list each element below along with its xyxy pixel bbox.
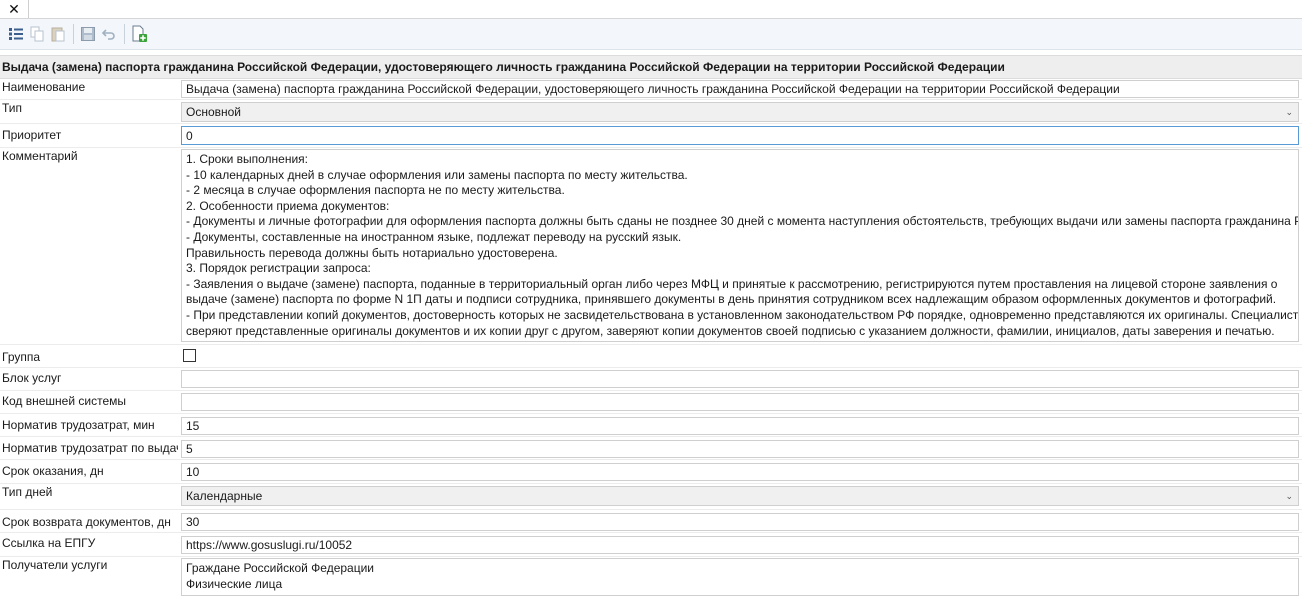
term-input[interactable]: 10 — [181, 463, 1299, 481]
chevron-down-icon: ⌄ — [1285, 107, 1293, 117]
list-view-icon — [8, 28, 23, 40]
close-tab-button[interactable]: ✕ — [0, 0, 29, 18]
external-code-input[interactable] — [181, 393, 1299, 411]
day-type-select-value: Календарные — [186, 489, 263, 503]
chevron-down-icon: ⌄ — [1285, 491, 1293, 501]
copy-button[interactable] — [27, 23, 46, 45]
priority-input[interactable]: 0 — [181, 126, 1299, 145]
recipients-list[interactable]: Граждане Российской Федерации Физические… — [181, 558, 1299, 596]
paste-button[interactable] — [48, 23, 67, 45]
toolbar-separator — [124, 24, 125, 44]
service-block-label: Блок услуг — [2, 371, 62, 385]
tab-strip: ✕ — [0, 0, 1302, 19]
row-epgu-link: Ссылка на ЕПГУ https://www.gosuslugi.ru/… — [0, 533, 1302, 557]
day-type-label: Тип дней — [2, 485, 53, 499]
list-view-button[interactable] — [6, 23, 25, 45]
epgu-link-input[interactable]: https://www.gosuslugi.ru/10052 — [181, 536, 1299, 554]
toolbar-separator — [73, 24, 74, 44]
type-label: Тип — [2, 101, 23, 115]
priority-label: Приоритет — [2, 128, 62, 142]
paste-icon — [51, 27, 64, 42]
row-comment: Комментарий 1. Сроки выполнения: - 10 ка… — [0, 148, 1302, 345]
comment-line: - Документы, составленные на иностранном… — [186, 229, 682, 244]
toolbar — [0, 19, 1302, 50]
type-select-value: Основной — [186, 105, 242, 119]
list-item: Граждане Российской Федерации — [186, 561, 374, 575]
comment-line: 3. Порядок регистрации запроса: — [186, 261, 371, 276]
epgu-link-label: Ссылка на ЕПГУ — [2, 536, 96, 550]
labor-norm-label: Норматив трудозатрат, мин — [2, 418, 155, 432]
undo-button[interactable] — [99, 23, 118, 45]
term-label: Срок оказания, дн — [2, 464, 104, 478]
comment-line: выдаче (замене) паспорта по форме N 1П д… — [186, 292, 1277, 307]
page-title: Выдача (замена) паспорта гражданина Росс… — [0, 55, 1302, 79]
row-labor-norm: Норматив трудозатрат, мин 15 — [0, 414, 1302, 437]
comment-line: - Документы и личные фотографии для офор… — [186, 214, 1298, 229]
add-document-button[interactable] — [129, 23, 148, 45]
comment-line: - Заявления о выдаче (замене) паспорта, … — [186, 276, 1278, 291]
row-external-code: Код внешней системы — [0, 391, 1302, 414]
undo-icon — [101, 29, 115, 40]
external-code-label: Код внешней системы — [2, 394, 126, 408]
list-item: Физические лица — [186, 576, 283, 591]
row-name: Наименование Выдача (замена) паспорта гр… — [0, 78, 1302, 100]
comment-line: 2. Особенности приема документов: — [186, 198, 390, 213]
labor-norm-input[interactable]: 15 — [181, 417, 1299, 435]
properties-grid: Наименование Выдача (замена) паспорта гр… — [0, 78, 1302, 597]
row-labor-norm-issue: Норматив трудозатрат по выдаче 5 — [0, 437, 1302, 460]
labor-norm-issue-label: Норматив трудозатрат по выдаче — [2, 441, 178, 455]
comment-line: 1. Сроки выполнения: — [186, 152, 309, 166]
return-term-label: Срок возврата документов, дн — [2, 515, 171, 529]
row-recipients: Получатели услуги Граждане Российской Фе… — [0, 557, 1302, 597]
save-icon — [80, 27, 95, 41]
comment-label: Комментарий — [2, 149, 78, 163]
service-block-input[interactable] — [181, 370, 1299, 388]
row-priority: Приоритет 0 — [0, 124, 1302, 148]
comment-line: - 10 календарных дней в случае оформлени… — [186, 167, 688, 182]
row-type: Тип Основной ⌄ — [0, 100, 1302, 124]
type-select[interactable]: Основной ⌄ — [181, 102, 1299, 122]
row-return-term: Срок возврата документов, дн 30 — [0, 510, 1302, 533]
labor-norm-issue-input[interactable]: 5 — [181, 440, 1299, 458]
copy-icon — [30, 26, 43, 42]
name-label: Наименование — [2, 80, 86, 94]
close-icon: ✕ — [8, 0, 20, 17]
comment-line: - При представлении копий документов, до… — [186, 307, 1298, 322]
row-day-type: Тип дней Календарные ⌄ — [0, 484, 1302, 510]
group-label: Группа — [2, 350, 41, 364]
name-field[interactable]: Выдача (замена) паспорта гражданина Росс… — [181, 80, 1299, 98]
add-document-icon — [132, 25, 147, 42]
row-service-block: Блок услуг — [0, 368, 1302, 391]
comment-line: Правильность перевода должны быть нотари… — [186, 245, 558, 260]
day-type-select[interactable]: Календарные ⌄ — [181, 486, 1299, 506]
comment-textarea[interactable]: 1. Сроки выполнения: - 10 календарных дн… — [181, 149, 1299, 342]
comment-line: - 2 месяца в случае оформления паспорта … — [186, 183, 565, 198]
recipients-label: Получатели услуги — [2, 558, 108, 572]
row-term: Срок оказания, дн 10 — [0, 460, 1302, 484]
comment-line: сверяют представленные оригиналы докумен… — [186, 323, 1275, 338]
return-term-input[interactable]: 30 — [181, 513, 1299, 531]
group-checkbox[interactable] — [183, 349, 196, 362]
save-button[interactable] — [78, 23, 97, 45]
row-group: Группа — [0, 345, 1302, 368]
